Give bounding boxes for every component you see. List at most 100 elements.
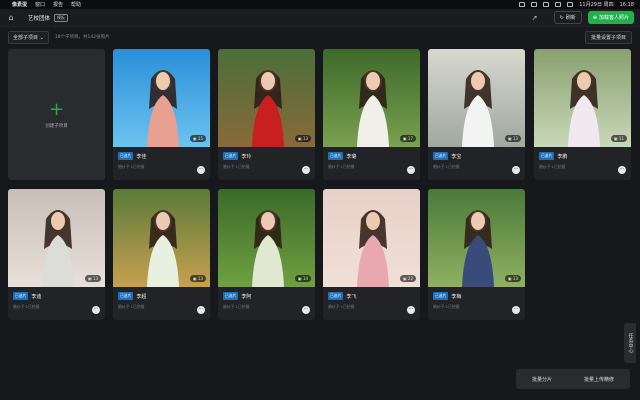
subproject-name: 李梅	[451, 293, 462, 300]
photo-count-badge: ▣ 13	[504, 135, 521, 142]
wifi-icon[interactable]	[555, 2, 562, 7]
menu-app-name[interactable]: 像素蛋	[12, 1, 27, 8]
subproject-name: 李飞	[346, 293, 357, 300]
card-info: 已选片 李梅婚纱子·1已拍摄	[433, 292, 520, 310]
photo-count: 13	[302, 136, 308, 141]
status-badge: 已选片	[539, 152, 555, 160]
photo-count-badge: ▣ 17	[399, 135, 416, 142]
more-options-icon[interactable]: ⋯	[407, 306, 415, 314]
subproject-name: 李超	[136, 293, 147, 300]
subproject-subtitle: 婚纱子·1已拍摄	[118, 304, 145, 309]
card-info: 已选片 李阿婚纱子·1已拍摄	[223, 292, 310, 310]
photo-thumbnail[interactable]	[113, 189, 210, 287]
photo-count-badge: ▣ 11	[610, 135, 627, 142]
photo-thumbnail[interactable]	[428, 49, 525, 147]
bottom-action-bar: 批量分片 批量上传精修	[516, 369, 630, 389]
filter-row: 全部子项目 ⌄ 18个子项目，共142张照片 批量设置子项目	[8, 30, 632, 44]
subproject-card[interactable]: ▣ 14 已选片 李阿 婚纱子·1已拍摄 ⋯	[218, 189, 315, 320]
card-info: 已选片 李超婚纱子·1已拍摄	[118, 292, 205, 310]
more-options-icon[interactable]: ⋯	[302, 306, 310, 314]
status-badge: 已选片	[13, 292, 29, 300]
more-options-icon[interactable]: ⋯	[512, 166, 520, 174]
photo-thumbnail[interactable]	[323, 49, 420, 147]
batch-set-subproject-button[interactable]: 批量设置子项目	[584, 30, 632, 44]
photo-count-badge: ▣ 14	[294, 275, 311, 282]
status-badge: 已选片	[118, 292, 134, 300]
mouse-cursor-icon: ➚	[531, 13, 538, 22]
photo-count: 13	[92, 276, 98, 281]
subproject-name: 李宝	[451, 153, 462, 160]
photo-thumbnail[interactable]	[113, 49, 210, 147]
status-badge: 已选片	[223, 152, 239, 160]
subproject-card[interactable]: ▣ 13 已选片 李宝 婚纱子·1已拍摄 ⋯	[428, 49, 525, 180]
card-info: 已选片 李鹏 婚纱子·1已拍摄	[539, 152, 626, 170]
subproject-card[interactable]: ▣ 22 已选片 李飞 婚纱子·1已拍摄 ⋯	[323, 189, 420, 320]
photo-thumbnail[interactable]	[534, 49, 631, 147]
dropdown-label: 全部子项目	[13, 34, 39, 41]
batch-split-button[interactable]: 批量分片	[532, 376, 552, 383]
status-badge: 已选片	[328, 292, 344, 300]
subproject-card[interactable]: ▣ 13 已选片 李迪 婚纱子·1已拍摄 ⋯	[8, 189, 105, 320]
subproject-card[interactable]: ▣ 13 已选片 李玲婚纱子·1已拍摄 ⋯	[218, 49, 315, 180]
photo-count-badge: ▣ 22	[399, 275, 416, 282]
home-icon[interactable]: ⌂	[6, 13, 16, 23]
photo-count: 14	[302, 276, 308, 281]
menu-help[interactable]: 帮助	[71, 1, 81, 8]
subproject-name: 李阿	[241, 293, 252, 300]
status-icon[interactable]	[543, 2, 550, 7]
subproject-subtitle: 婚纱子·1已拍摄	[223, 164, 250, 169]
subproject-filter-dropdown[interactable]: 全部子项目 ⌄	[8, 30, 49, 44]
subproject-subtitle: 婚纱子·1已拍摄	[433, 304, 460, 309]
card-info: 已选片 李飞婚纱子·1已拍摄	[328, 292, 415, 310]
add-guest-photos-button[interactable]: ⊕ 加载客人照片	[587, 11, 634, 24]
photo-count-badge: ▣ 15	[189, 135, 206, 142]
subproject-card[interactable]: ▣ 15 已选片 李佳 婚纱子·1已拍摄 ⋯	[113, 49, 210, 180]
photo-count-badge: ▣ 13	[294, 135, 311, 142]
subproject-card[interactable]: ▣ 13 已选片 李超 婚纱子·1已拍摄 ⋯	[113, 189, 210, 320]
more-options-icon[interactable]: ⋯	[197, 306, 205, 314]
app-toolbar: ⌂ 艺校团体 模板 ➚ ↻ 刷新 ⊕ 加载客人照片	[0, 9, 640, 27]
create-subproject-label: 创建子项目	[45, 123, 68, 129]
subproject-card[interactable]: ▣ 11 已选片 李鹏 婚纱子·1已拍摄 ⋯	[534, 49, 631, 180]
subproject-card[interactable]: ▣ 17 已选片 李璐 婚纱子·1已拍摄 ⋯	[323, 49, 420, 180]
status-icon[interactable]	[519, 2, 526, 7]
more-options-icon[interactable]: ⋯	[407, 166, 415, 174]
photo-thumbnail[interactable]	[218, 49, 315, 147]
plus-icon: +	[48, 98, 65, 120]
batch-upload-retouch-button[interactable]: 批量上传精修	[584, 376, 614, 383]
card-info: 已选片 李璐 婚纱子·1已拍摄	[328, 152, 415, 170]
photo-count: 11	[618, 136, 624, 141]
status-badge: 已选片	[223, 292, 239, 300]
photo-thumbnail[interactable]	[428, 189, 525, 287]
more-options-icon[interactable]: ⋯	[197, 166, 205, 174]
subproject-count: 18个子项目，共142张照片	[54, 35, 110, 40]
status-badge: 已选片	[433, 292, 449, 300]
photo-count: 22	[407, 276, 413, 281]
more-options-icon[interactable]: ⋯	[512, 306, 520, 314]
subproject-card[interactable]: ▣ 13 已选片 李梅 婚纱子·1已拍摄 ⋯	[428, 189, 525, 320]
menu-report[interactable]: 报告	[53, 1, 63, 8]
refresh-button[interactable]: ↻ 刷新	[553, 11, 582, 24]
more-options-icon[interactable]: ⋯	[302, 166, 310, 174]
status-icon[interactable]	[531, 2, 538, 7]
photo-thumbnail[interactable]	[218, 189, 315, 287]
refresh-label: 刷新	[565, 15, 576, 21]
subproject-name: 李迪	[31, 293, 42, 300]
subproject-subtitle: 婚纱子·1已拍摄	[328, 304, 355, 309]
photo-thumbnail[interactable]	[8, 189, 105, 287]
menubar-date[interactable]: 11月29日 周四	[579, 1, 613, 8]
create-subproject-card[interactable]: + 创建子项目	[8, 49, 105, 180]
more-options-icon[interactable]: ⋯	[92, 306, 100, 314]
subproject-subtitle: 婚纱子·1已拍摄	[223, 304, 250, 309]
subproject-subtitle: 婚纱子·1已拍摄	[539, 164, 566, 169]
more-options-icon[interactable]: ⋯	[618, 166, 626, 174]
photo-count-badge: ▣ 13	[84, 275, 101, 282]
macos-menubar: 像素蛋 窗口 报告 帮助 11月29日 周四 16:18	[0, 0, 640, 9]
photo-thumbnail[interactable]	[323, 189, 420, 287]
search-icon[interactable]	[567, 2, 574, 7]
task-center-tab[interactable]: 任务中心	[624, 323, 636, 363]
subproject-subtitle: 婚纱子·1已拍摄	[118, 164, 145, 169]
menubar-time[interactable]: 16:18	[620, 2, 634, 8]
subproject-name: 李玲	[241, 153, 252, 160]
menu-window[interactable]: 窗口	[35, 1, 45, 8]
